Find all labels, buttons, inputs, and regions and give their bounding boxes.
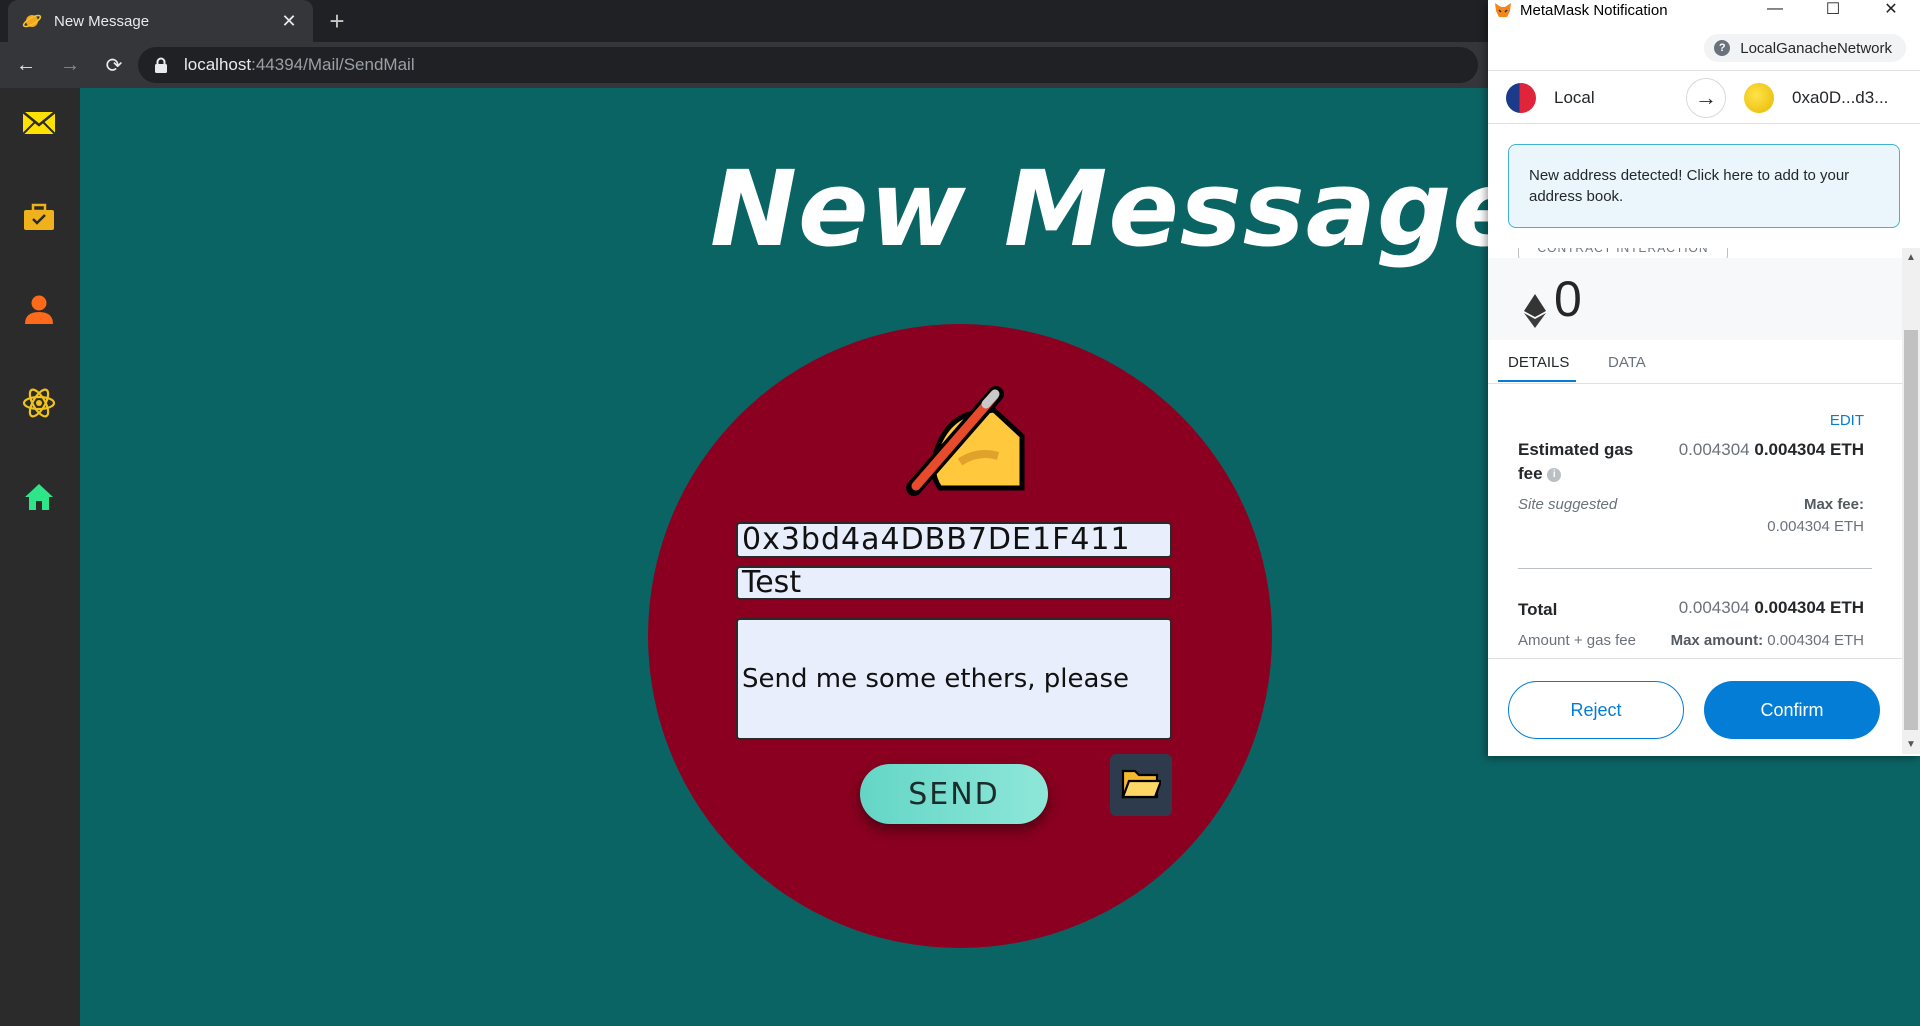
briefcase-icon[interactable] [20,198,58,236]
to-account[interactable]: 0xa0D...d3... [1744,83,1888,113]
user-icon[interactable] [20,290,58,328]
metamask-notification-window: MetaMask Notification — ☐ ✕ ? LocalGanac… [1488,0,1920,756]
folder-icon [1121,767,1163,804]
new-tab-button[interactable]: + [322,6,352,36]
app-sidebar [0,88,80,1026]
amount-value: 0 [1554,271,1582,327]
url-path: :44394/Mail/SendMail [251,55,415,74]
url-text: localhost:44394/Mail/SendMail [184,55,415,75]
minimize-icon[interactable]: — [1746,0,1804,20]
tab-close-icon[interactable]: ✕ [279,11,299,32]
home-icon[interactable] [20,478,58,516]
send-button[interactable]: SEND [860,764,1048,824]
lock-icon [154,57,168,73]
amount-gas-fee-label: Amount + gas fee [1518,632,1636,649]
account-transfer-bar: Local → 0xa0D...d3... [1488,70,1920,124]
metamask-titlebar: MetaMask Notification — ☐ ✕ [1488,0,1920,20]
ethereum-icon [1524,282,1546,328]
site-suggested-label: Site suggested [1518,496,1618,513]
details-scrollbar[interactable]: ▲ ▼ [1902,248,1920,754]
page-title: New Message [710,148,1524,270]
help-icon: ? [1714,40,1731,56]
total-primary: 0.004304 ETH [1754,598,1864,617]
address-bar[interactable]: localhost:44394/Mail/SendMail [138,47,1478,83]
browser-tab[interactable]: New Message ✕ [8,0,313,42]
max-amount: Max amount: 0.004304 ETH [1671,632,1864,649]
max-amount-value: 0.004304 ETH [1767,632,1864,649]
to-account-address: 0xa0D...d3... [1792,88,1889,107]
max-fee-value: 0.004304 ETH [1767,518,1864,535]
max-fee-label: Max fee: [1804,496,1864,513]
edit-gas-link[interactable]: EDIT [1830,412,1864,429]
url-host: localhost [184,55,252,74]
total-secondary: 0.004304 [1678,598,1750,617]
details-divider [1518,568,1872,569]
details-tabs: DETAILS DATA [1488,340,1902,384]
scroll-up-icon[interactable]: ▲ [1906,252,1916,263]
subject-input[interactable]: Test [736,566,1172,600]
max-fee-title: Max fee: [1803,496,1864,513]
metamask-fox-icon [1494,2,1512,18]
transaction-details-scroll: CONTRACT INTERACTION 0 DETAILS DATA EDIT… [1488,248,1902,658]
total-value: 0.004304 0.004304 ETH [1679,598,1864,618]
window-close-icon[interactable]: ✕ [1862,0,1920,20]
from-account-name: Local [1554,88,1595,107]
scrollbar-thumb[interactable] [1904,330,1918,730]
network-selector[interactable]: ? LocalGanacheNetwork [1704,34,1906,62]
writing-hand-icon [898,376,1038,496]
metamask-window-title: MetaMask Notification [1520,1,1668,19]
gas-secondary: 0.004304 [1678,440,1750,459]
tab-title: New Message [54,12,150,30]
confirm-button[interactable]: Confirm [1704,681,1880,739]
tab-details[interactable]: DETAILS [1508,354,1569,371]
scroll-down-icon[interactable]: ▼ [1906,739,1916,750]
max-amount-label: Max amount: [1670,632,1764,649]
new-address-alert[interactable]: New address detected! Click here to add … [1508,144,1900,228]
arrow-right-icon: → [1686,78,1726,118]
forward-button[interactable]: → [52,47,88,83]
reload-button[interactable]: ⟳ [96,47,132,83]
tab-data[interactable]: DATA [1608,354,1646,371]
from-avatar [1506,83,1536,113]
network-name: LocalGanacheNetwork [1740,39,1892,57]
estimated-gas-fee-label: Estimated gas fee i [1518,438,1648,486]
transaction-amount: 0 [1488,258,1902,340]
recipient-address-input[interactable]: 0x3bd4a4DBB7DE1F411 [736,522,1172,558]
active-tab-underline [1498,380,1576,382]
estimated-gas-fee-value: 0.004304 0.004304 ETH [1679,440,1864,460]
from-account[interactable]: Local [1506,83,1595,113]
window-controls: — ☐ ✕ [1746,0,1920,20]
back-button[interactable]: ← [8,47,44,83]
total-label: Total [1518,600,1558,619]
atom-icon[interactable] [20,384,58,422]
message-body-textarea[interactable]: Send me some ethers, please [736,618,1172,740]
reject-button[interactable]: Reject [1508,681,1684,739]
to-avatar [1744,83,1774,113]
mail-icon[interactable] [20,104,58,142]
gas-primary: 0.004304 ETH [1754,440,1864,459]
gas-label-text: Estimated gas fee [1518,440,1634,483]
attach-file-button[interactable] [1110,754,1172,816]
metamask-footer: Reject Confirm [1488,658,1902,756]
maximize-icon[interactable]: ☐ [1804,0,1862,20]
info-icon[interactable]: i [1547,467,1562,482]
planet-favicon-icon [22,11,42,31]
